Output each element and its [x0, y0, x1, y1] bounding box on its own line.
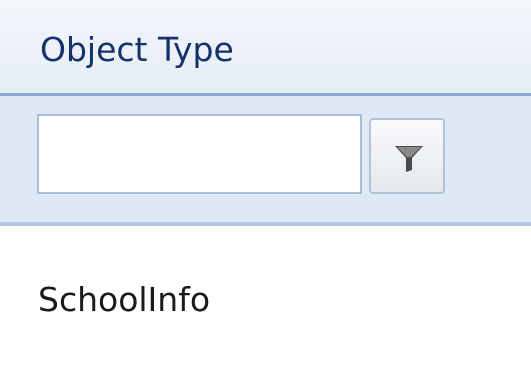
- filter-button[interactable]: [369, 118, 445, 194]
- column-header-row: Object Type: [0, 0, 531, 96]
- table-row-object-type[interactable]: SchoolInfo: [38, 278, 210, 322]
- object-type-grid: Object Type SchoolInfo: [0, 0, 531, 369]
- column-header-object-type[interactable]: Object Type: [40, 30, 234, 70]
- filter-row: [0, 96, 531, 226]
- funnel-filter-icon: [395, 146, 423, 172]
- object-type-filter-input[interactable]: [37, 114, 362, 194]
